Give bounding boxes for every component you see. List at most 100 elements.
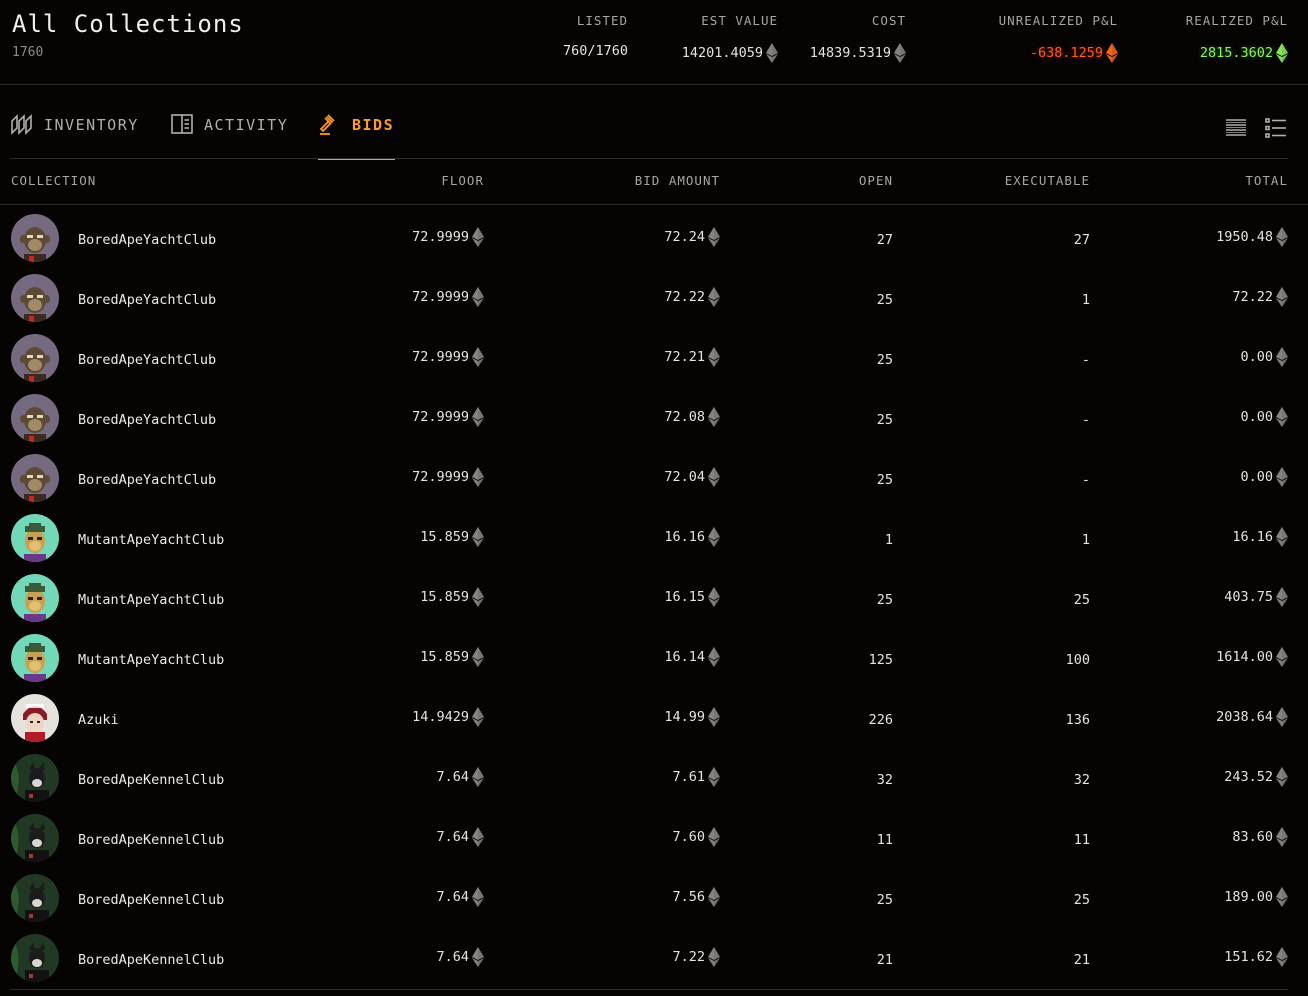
table-row[interactable]: BoredApeKennelClub 7.64 7.22 21 21 151.62 (0, 929, 1308, 989)
table-row[interactable]: BoredApeKennelClub 7.64 7.60 11 11 83.60 (0, 809, 1308, 869)
total-cell: 1950.48 (1216, 227, 1288, 247)
floor-cell: 72.9999 (412, 347, 484, 367)
stat-listed: LISTED 760/1760 (563, 13, 628, 59)
floor-cell: 72.9999 (412, 467, 484, 487)
eth-icon (1276, 287, 1288, 307)
collection-name[interactable]: MutantApeYachtClub (78, 652, 224, 668)
eth-icon (472, 347, 484, 367)
open-cell: 226 (868, 712, 893, 728)
list-view-icon[interactable] (1224, 116, 1248, 140)
eth-icon (472, 227, 484, 247)
floor-cell: 14.9429 (412, 707, 484, 727)
collection-name[interactable]: MutantApeYachtClub (78, 592, 224, 608)
column-header-collection[interactable]: COLLECTION (11, 173, 96, 188)
open-cell: 25 (876, 292, 893, 308)
eth-icon (472, 707, 484, 727)
tab-label: INVENTORY (44, 116, 139, 134)
eth-icon (708, 227, 720, 247)
collection-avatar (11, 274, 59, 322)
tab-activity[interactable]: ACTIVITY (170, 112, 288, 158)
collection-avatar (11, 634, 59, 682)
executable-cell: - (1081, 352, 1090, 368)
detailed-list-view-icon[interactable] (1264, 116, 1288, 140)
collection-name[interactable]: BoredApeKennelClub (78, 772, 224, 788)
eth-icon (708, 887, 720, 907)
eth-icon (1276, 227, 1288, 247)
collection-avatar (11, 874, 59, 922)
floor-cell: 15.859 (420, 647, 484, 667)
eth-icon (1276, 947, 1288, 967)
collection-name[interactable]: BoredApeYachtClub (78, 412, 216, 428)
collection-name[interactable]: MutantApeYachtClub (78, 532, 224, 548)
collection-name[interactable]: BoredApeYachtClub (78, 292, 216, 308)
eth-icon (708, 587, 720, 607)
table-row[interactable]: BoredApeYachtClub 72.9999 72.04 25 - 0.00 (0, 449, 1308, 509)
executable-cell: 27 (1073, 232, 1090, 248)
table-row[interactable]: BoredApeYachtClub 72.9999 72.22 25 1 72.22 (0, 269, 1308, 329)
bid-amount-cell: 72.08 (664, 407, 720, 427)
eth-icon (472, 407, 484, 427)
table-row[interactable]: MutantApeYachtClub 15.859 16.14 125 100 1614.… (0, 629, 1308, 689)
collection-name[interactable]: Azuki (78, 712, 119, 728)
table-row[interactable]: BoredApeKennelClub 7.64 7.61 32 32 243.52 (0, 749, 1308, 809)
column-header-total[interactable]: TOTAL (1245, 173, 1288, 188)
column-header-bid-amount[interactable]: BID AMOUNT (635, 173, 720, 188)
open-cell: 25 (876, 892, 893, 908)
column-header-floor[interactable]: FLOOR (441, 173, 484, 188)
tab-inventory[interactable]: INVENTORY (10, 112, 139, 158)
table-row[interactable]: Azuki 14.9429 14.99 226 136 2038.64 (0, 689, 1308, 749)
total-cell: 243.52 (1224, 767, 1288, 787)
eth-icon (708, 707, 720, 727)
eth-icon (472, 887, 484, 907)
collection-name[interactable]: BoredApeYachtClub (78, 352, 216, 368)
eth-icon (894, 43, 906, 63)
eth-icon (472, 947, 484, 967)
floor-cell: 15.859 (420, 587, 484, 607)
stat-label: LISTED (576, 13, 628, 28)
collection-avatar (11, 514, 59, 562)
open-cell: 27 (876, 232, 893, 248)
executable-cell: 25 (1073, 592, 1090, 608)
floor-cell: 7.64 (436, 887, 484, 907)
collection-name[interactable]: BoredApeKennelClub (78, 832, 224, 848)
eth-icon (1276, 347, 1288, 367)
bid-amount-cell: 72.22 (664, 287, 720, 307)
bid-amount-cell: 16.16 (664, 527, 720, 547)
stat-label: REALIZED P&L (1185, 13, 1288, 28)
collection-name[interactable]: BoredApeKennelClub (78, 952, 224, 968)
collection-name[interactable]: BoredApeYachtClub (78, 232, 216, 248)
executable-cell: 1 (1081, 292, 1090, 308)
column-header-executable[interactable]: EXECUTABLE (1005, 173, 1090, 188)
column-header-open[interactable]: OPEN (859, 173, 893, 188)
table-row[interactable]: BoredApeYachtClub 72.9999 72.24 27 27 1950.48 (0, 209, 1308, 269)
bid-amount-cell: 72.04 (664, 467, 720, 487)
table-row[interactable]: MutantApeYachtClub 15.859 16.15 25 25 403.75 (0, 569, 1308, 629)
stat-label: UNREALIZED P&L (998, 13, 1118, 28)
eth-icon (1276, 887, 1288, 907)
gavel-icon (319, 114, 335, 135)
collection-name[interactable]: BoredApeKennelClub (78, 892, 224, 908)
tab-label: ACTIVITY (204, 116, 289, 134)
bid-amount-cell: 72.21 (664, 347, 720, 367)
eth-icon (472, 647, 484, 667)
tab-bids[interactable]: BIDS (318, 112, 395, 160)
table-row[interactable]: BoredApeKennelClub 7.64 7.56 25 25 189.00 (0, 869, 1308, 929)
bid-amount-cell: 14.99 (664, 707, 720, 727)
executable-cell: 11 (1073, 832, 1090, 848)
table-row[interactable]: MutantApeYachtClub 15.859 16.16 1 1 16.16 (0, 509, 1308, 569)
collection-avatar (11, 754, 59, 802)
stat-est-value: EST VALUE 14201.4059 (682, 13, 778, 63)
eth-icon (472, 287, 484, 307)
open-cell: 21 (876, 952, 893, 968)
table-row[interactable]: BoredApeYachtClub 72.9999 72.21 25 - 0.00 (0, 329, 1308, 389)
eth-icon (708, 407, 720, 427)
bid-amount-cell: 72.24 (664, 227, 720, 247)
stat-label: COST (871, 13, 906, 28)
total-cell: 0.00 (1240, 347, 1288, 367)
table-row[interactable]: BoredApeYachtClub 72.9999 72.08 25 - 0.00 (0, 389, 1308, 449)
inventory-icon (11, 114, 32, 135)
executable-cell: 32 (1073, 772, 1090, 788)
bid-amount-cell: 7.56 (672, 887, 720, 907)
collection-name[interactable]: BoredApeYachtClub (78, 472, 216, 488)
eth-icon (1276, 707, 1288, 727)
